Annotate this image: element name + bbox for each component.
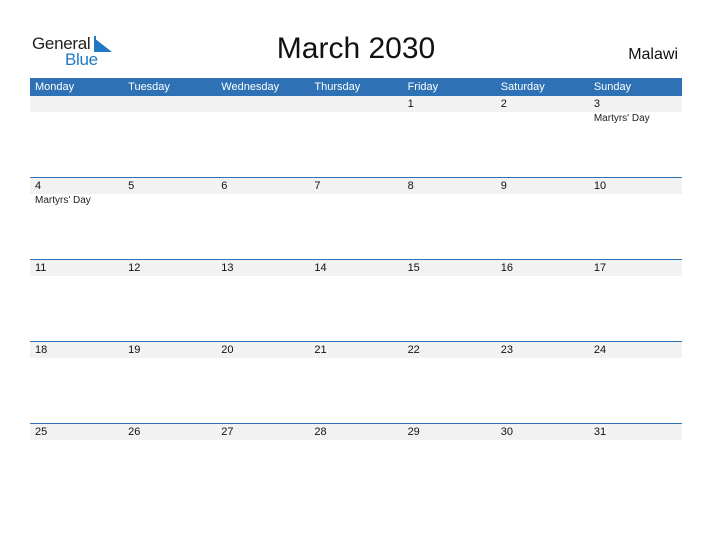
week-row: 4 Martyrs' Day 5 6 7 8 9 10 xyxy=(30,177,682,259)
day-cell: 4 Martyrs' Day xyxy=(30,178,123,259)
weekday-header: Monday Tuesday Wednesday Thursday Friday… xyxy=(30,78,682,96)
day-cell: 22 xyxy=(403,342,496,423)
day-number: 5 xyxy=(128,180,135,192)
weeks-container: 1 2 3 Martyrs' Day 4 Martyrs' Day 5 6 7 8 9 10 11 12 1… xyxy=(30,96,682,505)
day-number: 28 xyxy=(314,426,327,438)
weekday-thursday: Thursday xyxy=(314,81,361,93)
day-number: 17 xyxy=(593,262,607,274)
day-cell: 24 xyxy=(589,342,682,423)
day-cell: 14 xyxy=(309,260,402,341)
day-number xyxy=(221,96,309,112)
weekday-saturday: Saturday xyxy=(500,81,545,93)
day-number: 21 xyxy=(314,344,327,356)
day-cell: 10 xyxy=(589,178,682,259)
week-row: 11 12 13 14 15 16 17 xyxy=(30,259,682,341)
day-cell: 15 xyxy=(403,260,496,341)
day-number: 2 xyxy=(500,98,507,110)
day-number: 4 xyxy=(35,180,42,192)
week-cells: 4 Martyrs' Day 5 6 7 8 9 10 xyxy=(30,178,682,259)
day-number: 7 xyxy=(314,180,321,192)
day-number: 24 xyxy=(593,344,607,356)
day-cell: 8 xyxy=(403,178,496,259)
day-cell: 21 xyxy=(309,342,402,423)
day-cell: 2 xyxy=(496,96,589,177)
day-cell xyxy=(30,96,123,177)
day-number: 19 xyxy=(128,344,141,356)
day-number: 1 xyxy=(407,98,414,110)
day-number: 3 xyxy=(593,98,600,110)
country-label: Malawi xyxy=(628,46,678,63)
weekday-wednesday: Wednesday xyxy=(221,81,280,93)
day-number: 27 xyxy=(221,426,234,438)
day-cell: 9 xyxy=(496,178,589,259)
day-number: 15 xyxy=(407,262,420,274)
day-cell: 1 xyxy=(403,96,496,177)
day-number: 9 xyxy=(500,180,507,192)
day-cell: 19 xyxy=(123,342,216,423)
day-cell: 18 xyxy=(30,342,123,423)
day-number: 26 xyxy=(128,426,141,438)
day-number: 16 xyxy=(500,262,513,274)
day-cell: 25 xyxy=(30,424,123,505)
day-cell: 5 xyxy=(123,178,216,259)
day-number: 12 xyxy=(128,262,141,274)
day-cell: 20 xyxy=(216,342,309,423)
week-row: 25 26 27 28 29 30 31 xyxy=(30,423,682,505)
day-cell: 7 xyxy=(309,178,402,259)
day-number: 30 xyxy=(500,426,513,438)
day-number: 20 xyxy=(221,344,234,356)
day-number: 25 xyxy=(35,426,48,438)
week-row: 1 2 3 Martyrs' Day xyxy=(30,96,682,177)
calendar-title: March 2030 xyxy=(276,32,436,65)
day-cell: 11 xyxy=(30,260,123,341)
weekday-tuesday: Tuesday xyxy=(128,81,170,93)
day-cell xyxy=(216,96,309,177)
day-number: 10 xyxy=(593,180,607,192)
day-cell xyxy=(123,96,216,177)
day-number xyxy=(314,96,402,112)
week-cells: 25 26 27 28 29 30 31 xyxy=(30,424,682,505)
day-number: 18 xyxy=(35,344,48,356)
weekday-sunday: Sunday xyxy=(593,81,632,93)
day-cell: 6 xyxy=(216,178,309,259)
day-cell: 31 xyxy=(589,424,682,505)
day-cell: 27 xyxy=(216,424,309,505)
weekday-friday: Friday xyxy=(407,81,439,93)
day-number: 31 xyxy=(593,426,607,438)
day-cell: 13 xyxy=(216,260,309,341)
day-number xyxy=(35,96,123,112)
calendar-grid: Monday Tuesday Wednesday Thursday Friday… xyxy=(30,78,682,505)
day-number xyxy=(128,96,216,112)
week-cells: 18 19 20 21 22 23 24 xyxy=(30,342,682,423)
day-cell: 16 xyxy=(496,260,589,341)
week-cells: 11 12 13 14 15 16 17 xyxy=(30,260,682,341)
day-number: 23 xyxy=(500,344,513,356)
day-cell: 29 xyxy=(403,424,496,505)
day-cell: 26 xyxy=(123,424,216,505)
day-number: 8 xyxy=(407,180,414,192)
day-number: 13 xyxy=(221,262,234,274)
day-number: 6 xyxy=(221,180,228,192)
day-cell: 30 xyxy=(496,424,589,505)
day-cell: 23 xyxy=(496,342,589,423)
day-cell: 28 xyxy=(309,424,402,505)
week-row: 18 19 20 21 22 23 24 xyxy=(30,341,682,423)
day-number: 22 xyxy=(407,344,420,356)
day-cell: 12 xyxy=(123,260,216,341)
day-cell: 3 Martyrs' Day xyxy=(589,96,682,177)
holiday-label: Martyrs' Day xyxy=(593,113,650,124)
day-cell: 17 xyxy=(589,260,682,341)
day-number: 14 xyxy=(314,262,327,274)
week-cells: 1 2 3 Martyrs' Day xyxy=(30,96,682,177)
day-number: 11 xyxy=(35,262,47,274)
day-cell xyxy=(309,96,402,177)
holiday-label: Martyrs' Day xyxy=(35,195,91,206)
day-number: 29 xyxy=(407,426,420,438)
weekday-monday: Monday xyxy=(35,81,75,93)
